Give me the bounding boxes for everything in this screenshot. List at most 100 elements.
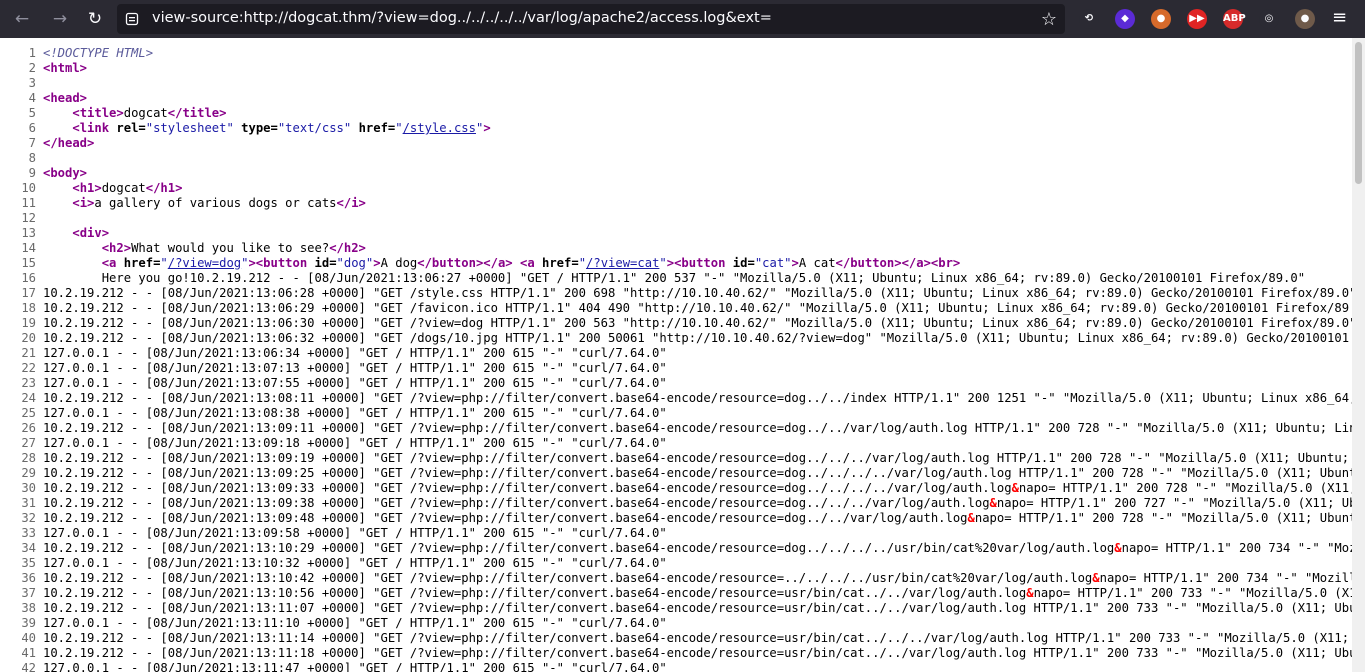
tag-token: </h2> [329, 241, 366, 255]
line-number: 27 [21, 436, 36, 450]
tag-token: <html> [43, 61, 88, 75]
wappalyzer-icon[interactable]: ◎ [1259, 9, 1279, 29]
line-number: 28 [21, 451, 36, 465]
page-info-icon[interactable] [125, 12, 139, 26]
text-token: 127.0.0.1 - - [08/Jun/2021:13:11:10 +000… [43, 616, 667, 630]
text-token: 127.0.0.1 - - [08/Jun/2021:13:07:13 +000… [43, 361, 667, 375]
hamburger-menu-icon[interactable]: ≡ [1332, 7, 1347, 28]
line-number: 12 [21, 211, 36, 225]
tag-token: </title> [167, 106, 227, 120]
source-line: 13 <div> [0, 226, 109, 241]
tag-token: <link [72, 121, 117, 135]
source-link[interactable]: /?view=dog [168, 256, 241, 270]
line-number: 39 [21, 616, 36, 630]
source-line: 23 127.0.0.1 - - [08/Jun/2021:13:07:55 +0… [0, 376, 666, 391]
text-token: 10.2.19.212 - - [08/Jun/2021:13:09:25 +0… [43, 466, 1352, 480]
entity-highlight: & [1114, 541, 1122, 555]
tag-token: <div> [72, 226, 110, 240]
line-number: 10 [21, 181, 36, 195]
adblock-plus-icon[interactable]: ABP [1223, 9, 1246, 29]
tag-token: ><button [248, 256, 315, 270]
reload-button[interactable]: ↻ [82, 6, 108, 32]
source-line: 38 10.2.19.212 - - [08/Jun/2021:13:11:07 … [0, 601, 1352, 616]
line-number: 13 [21, 226, 36, 240]
source-line: 30 10.2.19.212 - - [08/Jun/2021:13:09:33 … [0, 481, 1352, 496]
text-token: A dog [380, 256, 418, 270]
attribute-value: " [659, 256, 667, 270]
source-line: 14 <h2>What would you like to see?</h2> [0, 241, 366, 256]
source-link[interactable]: /style.css [403, 121, 476, 135]
text-token: napo= HTTP/1.1" 200 728 "-" "Mozilla/5.0… [1018, 481, 1352, 495]
red-forward-extension-icon[interactable]: ▶▶ [1187, 9, 1207, 29]
line-number: 25 [21, 406, 36, 420]
cookie-extension-icon[interactable]: ● [1151, 9, 1171, 29]
entity-highlight: & [967, 511, 975, 525]
tag-token: </button></a> [417, 256, 513, 270]
attribute-name: type= [241, 121, 278, 135]
source-line: 33 127.0.0.1 - - [08/Jun/2021:13:09:58 +0… [0, 526, 667, 541]
line-number: 1 [28, 46, 36, 60]
tag-token: </button></a><br> [835, 256, 961, 270]
entity-highlight: & [1026, 586, 1034, 600]
tag-token: <h2> [101, 241, 132, 255]
line-number: 26 [21, 421, 36, 435]
purple-extension-icon[interactable]: ◆ [1115, 9, 1135, 29]
source-line: 22 127.0.0.1 - - [08/Jun/2021:13:07:13 +0… [0, 361, 667, 376]
source-line: 12 [0, 211, 43, 226]
text-token: 127.0.0.1 - - [08/Jun/2021:13:11:47 +000… [43, 661, 667, 672]
line-number: 6 [28, 121, 36, 135]
source-line: 9 <body> [0, 166, 87, 181]
attribute-name: id= [732, 256, 755, 270]
line-number: 21 [21, 346, 36, 360]
bookmark-star-icon[interactable]: ☆ [1041, 9, 1057, 30]
source-line: 3 [0, 76, 43, 91]
tag-token: <body> [43, 166, 88, 180]
line-number: 7 [28, 136, 36, 150]
source-line: 31 10.2.19.212 - - [08/Jun/2021:13:09:38 … [0, 496, 1352, 511]
scrollbar-thumb[interactable] [1355, 42, 1362, 184]
source-line: 42 127.0.0.1 - - [08/Jun/2021:13:11:47 +0… [0, 661, 667, 672]
forward-button[interactable]: → [47, 6, 73, 32]
source-line: 6 <link rel="stylesheet" type="text/css"… [0, 121, 491, 136]
source-link[interactable]: /?view=cat [586, 256, 659, 270]
line-number: 41 [21, 646, 36, 660]
tag-token: > [373, 256, 381, 270]
line-number: 16 [21, 271, 36, 285]
text-token: dogcat [123, 106, 168, 120]
address-bar[interactable]: view-source:http://dogcat.thm/?view=dog.… [117, 4, 1065, 34]
line-number: 20 [21, 331, 36, 345]
attribute-value: "dog" [336, 256, 374, 270]
tag-token: ><button [666, 256, 733, 270]
source-line: 40 10.2.19.212 - - [08/Jun/2021:13:11:14 … [0, 631, 1352, 646]
text-token: 10.2.19.212 - - [08/Jun/2021:13:10:42 +0… [43, 571, 1093, 585]
text-token: 127.0.0.1 - - [08/Jun/2021:13:06:34 +000… [43, 346, 667, 360]
entity-highlight: & [1092, 571, 1100, 585]
source-line: 4 <head> [0, 91, 87, 106]
profile-avatar-icon[interactable]: ● [1295, 9, 1315, 29]
vertical-scrollbar[interactable] [1352, 38, 1365, 672]
line-number: 30 [21, 481, 36, 495]
line-number: 4 [28, 91, 36, 105]
source-line: 39 127.0.0.1 - - [08/Jun/2021:13:11:10 +0… [0, 616, 667, 631]
line-number: 31 [21, 496, 36, 510]
source-line: 2 <html> [0, 61, 87, 76]
text-token: napo= HTTP/1.1" 200 734 "-" "Mozilla/5 [1099, 571, 1352, 585]
url-text[interactable]: view-source:http://dogcat.thm/?view=dog.… [152, 10, 772, 26]
history-icon[interactable]: ⟲ [1079, 9, 1099, 29]
back-button[interactable]: ← [9, 6, 35, 32]
text-token: 10.2.19.212 - - [08/Jun/2021:13:09:33 +0… [43, 481, 1012, 495]
line-number: 18 [21, 301, 36, 315]
attribute-value: " [160, 256, 168, 270]
text-token: 10.2.19.212 - - [08/Jun/2021:13:06:28 +0… [43, 286, 1352, 300]
doctype-token: <!DOCTYPE HTML> [43, 46, 154, 60]
source-line: 24 10.2.19.212 - - [08/Jun/2021:13:08:11 … [0, 391, 1352, 406]
line-number: 24 [21, 391, 36, 405]
text-token: 127.0.0.1 - - [08/Jun/2021:13:09:58 +000… [43, 526, 667, 540]
line-number: 19 [21, 316, 36, 330]
source-line: 26 10.2.19.212 - - [08/Jun/2021:13:09:11 … [0, 421, 1352, 436]
source-line: 21 127.0.0.1 - - [08/Jun/2021:13:06:34 +0… [0, 346, 667, 361]
